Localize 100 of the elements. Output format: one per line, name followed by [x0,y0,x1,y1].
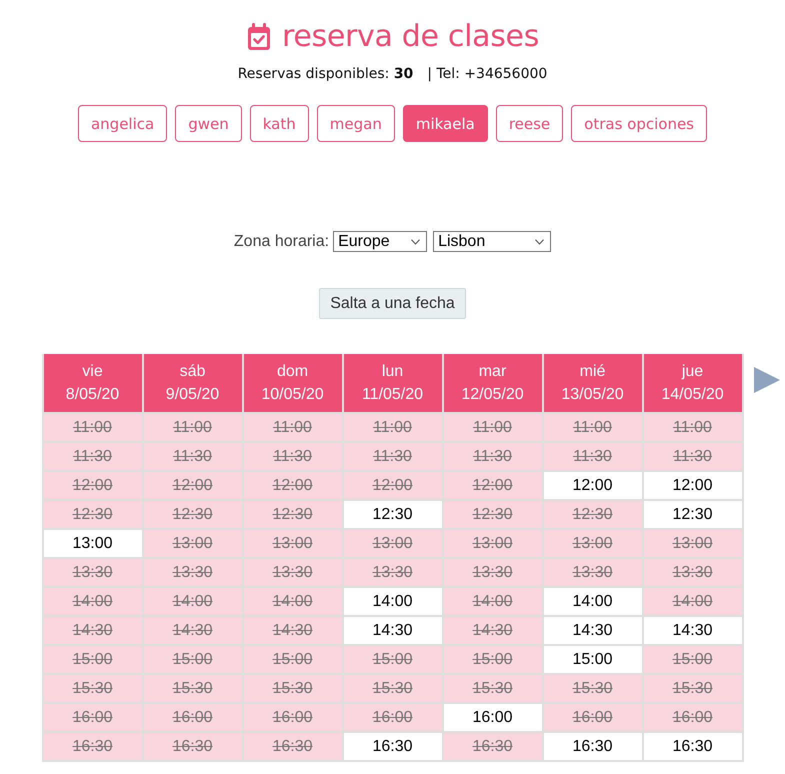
time-slot: 13:00 [444,530,542,557]
time-slot[interactable]: 15:00 [544,646,642,673]
time-slot: 16:00 [544,704,642,731]
time-slot: 15:30 [244,675,342,702]
time-slot: 15:00 [644,646,742,673]
time-slot: 15:30 [144,675,242,702]
time-slot[interactable]: 16:00 [444,704,542,731]
time-slot[interactable]: 12:30 [344,501,442,528]
time-slot: 11:30 [344,443,442,470]
time-slot: 11:00 [44,414,142,441]
time-slot: 11:30 [444,443,542,470]
city-select[interactable]: Lisbon [433,231,552,252]
time-slot[interactable]: 16:30 [644,733,742,760]
time-slot: 13:30 [444,559,542,586]
teacher-button[interactable]: kath [250,105,309,142]
time-slot: 11:00 [644,414,742,441]
time-slot: 16:30 [244,733,342,760]
time-slot: 15:30 [344,675,442,702]
time-slot: 14:30 [144,617,242,644]
timezone-label: Zona horaria: [234,232,330,250]
time-slot: 12:30 [144,501,242,528]
time-slot[interactable]: 14:30 [544,617,642,644]
time-slot: 14:00 [44,588,142,615]
time-slot: 15:00 [444,646,542,673]
time-slot: 15:00 [144,646,242,673]
time-slot: 13:30 [544,559,642,586]
time-slot: 13:30 [244,559,342,586]
teacher-button[interactable]: angelica [78,105,168,142]
time-slot: 15:00 [44,646,142,673]
time-slot: 12:00 [244,472,342,499]
time-slot: 15:30 [444,675,542,702]
time-slot: 12:00 [144,472,242,499]
time-slot[interactable]: 16:30 [344,733,442,760]
time-slot: 13:00 [244,530,342,557]
jump-to-date-button[interactable]: Salta a una fecha [319,288,466,319]
region-select[interactable]: Europe [333,231,428,252]
calendar-check-icon [246,22,272,52]
day-name: vie [82,362,103,382]
day-date: 12/05/20 [461,385,524,405]
teacher-button[interactable]: megan [316,105,395,142]
time-slot: 16:00 [344,704,442,731]
time-slot: 15:00 [344,646,442,673]
time-slot: 11:00 [544,414,642,441]
time-slot: 14:00 [144,588,242,615]
day-date: 13/05/20 [561,385,624,405]
time-slot: 11:00 [444,414,542,441]
chevron-down-icon [411,238,420,244]
time-slot: 14:30 [244,617,342,644]
time-slot[interactable]: 14:30 [644,617,742,644]
teacher-button[interactable]: gwen [175,105,242,142]
next-week-button[interactable] [754,367,780,393]
day-date: 9/05/20 [166,385,220,405]
day-date: 8/05/20 [66,385,120,405]
day-date: 10/05/20 [261,385,324,405]
right-triangle-icon [754,367,780,393]
time-slot[interactable]: 12:30 [644,501,742,528]
time-slot: 14:30 [444,617,542,644]
day-name: jue [682,362,704,382]
time-slot: 15:00 [244,646,342,673]
time-slot: 11:00 [344,414,442,441]
time-slot: 13:30 [644,559,742,586]
time-slot: 13:00 [344,530,442,557]
time-slot: 16:30 [144,733,242,760]
page-title: reserva de clases [282,18,540,56]
time-slot: 14:00 [444,588,542,615]
time-slot: 13:00 [144,530,242,557]
time-slot: 16:00 [644,704,742,731]
teacher-button[interactable]: reese [496,105,564,142]
time-slot[interactable]: 12:00 [544,472,642,499]
time-slot: 12:30 [544,501,642,528]
time-slot[interactable]: 14:00 [544,588,642,615]
time-slot: 12:30 [44,501,142,528]
time-slot[interactable]: 12:00 [644,472,742,499]
time-slot: 15:30 [44,675,142,702]
time-slot[interactable]: 14:30 [344,617,442,644]
time-slot: 13:30 [44,559,142,586]
time-slot: 15:30 [644,675,742,702]
time-slot: 13:00 [544,530,642,557]
time-slot: 11:00 [144,414,242,441]
time-slot: 11:30 [244,443,342,470]
time-slot: 12:00 [44,472,142,499]
time-slot: 13:00 [644,530,742,557]
time-slot: 14:00 [244,588,342,615]
bookings-available-text: Reservas disponibles: 30 [238,65,414,84]
teacher-button[interactable]: mikaela [402,105,488,142]
day-name: mié [580,362,606,382]
time-slot: 16:00 [244,704,342,731]
time-slot: 12:30 [444,501,542,528]
time-slot: 11:30 [644,443,742,470]
time-slot[interactable]: 14:00 [344,588,442,615]
time-slot[interactable]: 16:30 [544,733,642,760]
time-slot: 16:30 [44,733,142,760]
chevron-down-icon [535,238,544,244]
phone-text: | Tel: +34656000 [427,65,548,84]
time-slot[interactable]: 13:00 [44,530,142,557]
teacher-button[interactable]: otras opciones [571,105,707,142]
time-slot: 13:30 [144,559,242,586]
time-slot: 14:00 [644,588,742,615]
day-date: 11/05/20 [362,385,424,405]
time-slot: 11:30 [44,443,142,470]
